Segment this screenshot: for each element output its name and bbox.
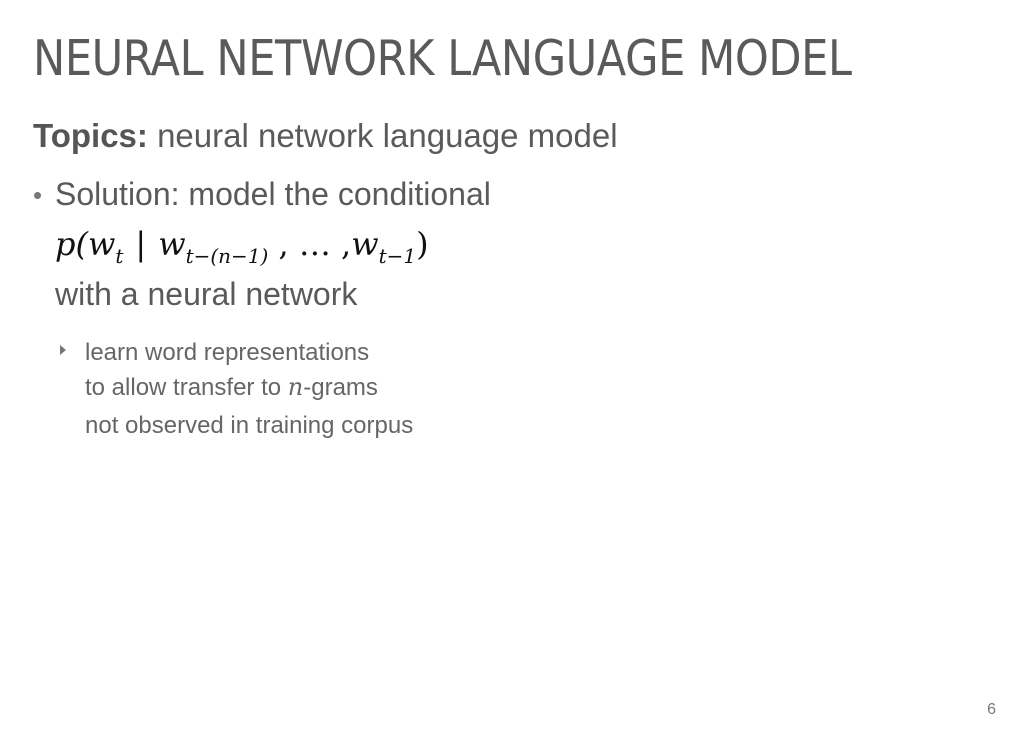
formula-p: p( [55, 225, 88, 263]
formula-bar: | [135, 225, 147, 263]
sub-line-1: learn word representations [85, 339, 370, 366]
formula-separator: , … , [268, 225, 352, 263]
page-number: 6 [987, 701, 996, 718]
sub-line-2-pre: to allow transfer to [85, 374, 288, 402]
sub-line-2: to allow transfer to n-grams [85, 370, 413, 405]
sub-line-3: not observed in training corpus [85, 412, 414, 440]
topics-label: Topics: [33, 117, 148, 154]
sub-line-2-var: n [287, 373, 304, 402]
formula-close: ) [416, 225, 429, 263]
formula-w-last: w [351, 225, 379, 263]
conditional-probability-formula: p(wt | wt−(n−1) , … ,wt−1) [55, 228, 429, 266]
formula-w-prev-sub: t−(n−1) [185, 244, 269, 268]
formula-w-prev: w [158, 225, 186, 263]
slide-title: NEURAL NETWORK LANGUAGE MODEL [33, 30, 852, 87]
bullet-line-3: with a neural network [55, 276, 358, 312]
bullet-line-1: Solution: model the conditional [55, 176, 491, 212]
formula-w-last-sub: t−1 [378, 244, 417, 268]
formula-w-t: w [87, 225, 116, 263]
topics-line: Topics: neural network language model [33, 117, 618, 155]
sub-bullet-text: learn word representations to allow tran… [85, 336, 413, 443]
topics-text: neural network language model [157, 117, 618, 154]
sub-line-2-post: -grams [303, 374, 378, 402]
triangle-right-icon [60, 345, 66, 355]
bullet-dot-icon: • [33, 180, 43, 210]
